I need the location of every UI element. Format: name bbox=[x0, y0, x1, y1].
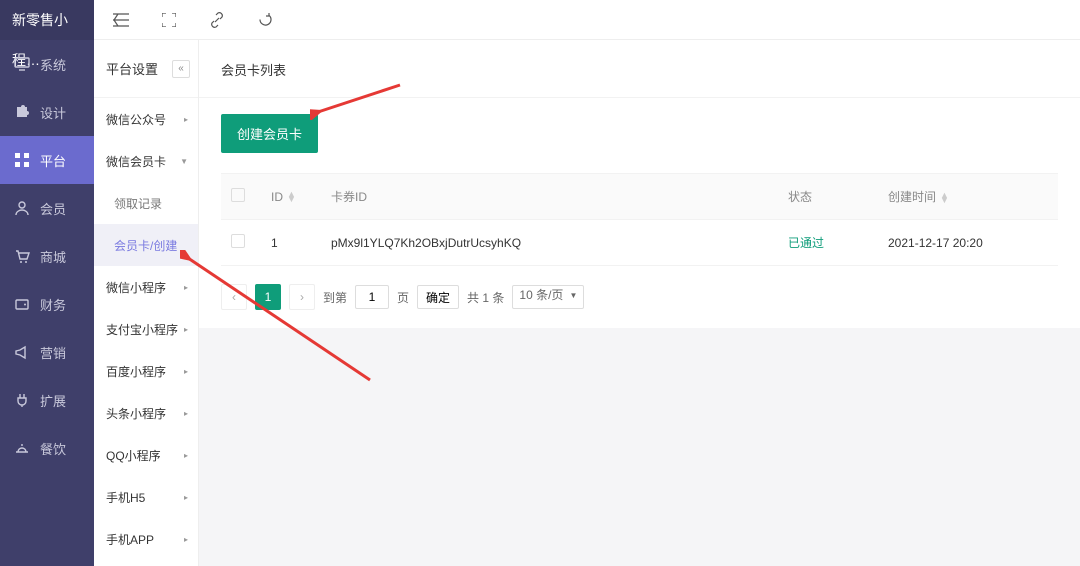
chevron-down-icon: ▼ bbox=[570, 291, 578, 300]
sub-nav-label: 手机APP bbox=[106, 531, 154, 548]
nav-label: 平台 bbox=[40, 151, 66, 170]
pager-total: 共 1 条 bbox=[467, 289, 504, 306]
nav-label: 营销 bbox=[40, 343, 66, 362]
main-nav-list: 系统设计平台会员商城财务营销扩展餐饮 bbox=[0, 40, 94, 472]
monitor-icon bbox=[14, 56, 30, 72]
chevron-right-icon: ▸ bbox=[184, 409, 188, 418]
chevron-right-icon: ▸ bbox=[184, 493, 188, 502]
sub-nav-label: 头条小程序 bbox=[106, 405, 166, 422]
nav-item-grid[interactable]: 平台 bbox=[0, 136, 94, 184]
pager-confirm-button[interactable]: 确定 bbox=[417, 285, 459, 309]
row-checkbox[interactable] bbox=[231, 234, 245, 248]
fullscreen-icon[interactable] bbox=[160, 11, 178, 29]
create-card-button[interactable]: 创建会员卡 bbox=[221, 114, 318, 153]
nav-label: 餐饮 bbox=[40, 439, 66, 458]
nav-label: 商城 bbox=[40, 247, 66, 266]
sub-nav-label: 微信会员卡 bbox=[106, 153, 166, 170]
col-status: 状态 bbox=[788, 190, 812, 204]
sort-icon[interactable]: ▲▼ bbox=[287, 192, 296, 202]
nav-item-puzzle[interactable]: 设计 bbox=[0, 88, 94, 136]
puzzle-icon bbox=[14, 104, 30, 120]
sub-nav-header: 平台设置 « bbox=[94, 40, 198, 98]
pager-pagesize-select[interactable]: 10 条/页 ▼ bbox=[512, 285, 584, 309]
sub-nav-label: 领取记录 bbox=[114, 195, 162, 212]
chevron-right-icon: ▸ bbox=[184, 451, 188, 460]
nav-item-user[interactable]: 会员 bbox=[0, 184, 94, 232]
collapse-subnav-button[interactable]: « bbox=[172, 60, 190, 78]
col-id: ID bbox=[271, 190, 283, 204]
sub-nav-item[interactable]: 手机H5 ▸ bbox=[94, 476, 198, 518]
chevron-down-icon: ▼ bbox=[180, 157, 188, 166]
nav-item-dish[interactable]: 餐饮 bbox=[0, 424, 94, 472]
annotation-arrow bbox=[310, 80, 410, 120]
nav-item-wallet[interactable]: 财务 bbox=[0, 280, 94, 328]
cell-created: 2021-12-17 20:20 bbox=[878, 220, 1058, 266]
grid-icon bbox=[14, 152, 30, 168]
nav-item-horn[interactable]: 营销 bbox=[0, 328, 94, 376]
sub-nav-label: 手机H5 bbox=[106, 489, 145, 506]
sub-nav-item[interactable]: 领取记录 bbox=[94, 182, 198, 224]
nav-item-cart[interactable]: 商城 bbox=[0, 232, 94, 280]
sort-icon[interactable]: ▲▼ bbox=[940, 193, 949, 203]
dish-icon bbox=[14, 440, 30, 456]
sub-nav-label: 会员卡/创建 bbox=[114, 237, 177, 254]
chevron-right-icon: ▸ bbox=[184, 115, 188, 124]
plug-icon bbox=[14, 392, 30, 408]
nav-item-plug[interactable]: 扩展 bbox=[0, 376, 94, 424]
nav-label: 财务 bbox=[40, 295, 66, 314]
sub-nav-item[interactable]: 头条小程序 ▸ bbox=[94, 392, 198, 434]
sub-nav-item[interactable]: 微信会员卡 ▼ bbox=[94, 140, 198, 182]
sub-nav-item[interactable]: 微信公众号 ▸ bbox=[94, 98, 198, 140]
brand-title: 新零售小程… bbox=[0, 0, 94, 40]
pager-goto-suffix: 页 bbox=[397, 289, 409, 306]
nav-label: 设计 bbox=[40, 103, 66, 122]
sub-nav-label: 微信公众号 bbox=[106, 111, 166, 128]
cell-status: 已通过 bbox=[778, 220, 878, 266]
col-created: 创建时间 bbox=[888, 190, 936, 204]
sub-nav-label: 支付宝小程序 bbox=[106, 321, 178, 338]
sub-nav-item[interactable]: 手机APP ▸ bbox=[94, 518, 198, 560]
cart-icon bbox=[14, 248, 30, 264]
wallet-icon bbox=[14, 296, 30, 312]
sub-nav-label: 百度小程序 bbox=[106, 363, 166, 380]
user-icon bbox=[14, 200, 30, 216]
refresh-icon[interactable] bbox=[256, 11, 274, 29]
sub-nav-label: 微信小程序 bbox=[106, 279, 166, 296]
topbar bbox=[94, 0, 1080, 40]
col-cardid: 卡券ID bbox=[331, 190, 367, 204]
nav-label: 系统 bbox=[40, 55, 66, 74]
sub-nav-item[interactable]: QQ小程序 ▸ bbox=[94, 434, 198, 476]
sub-nav-title: 平台设置 bbox=[106, 59, 158, 78]
sidebar-main: 新零售小程… 系统设计平台会员商城财务营销扩展餐饮 bbox=[0, 0, 94, 566]
nav-label: 扩展 bbox=[40, 391, 66, 410]
menu-toggle-icon[interactable] bbox=[112, 11, 130, 29]
chevron-right-icon: ▸ bbox=[184, 535, 188, 544]
horn-icon bbox=[14, 344, 30, 360]
sub-nav-label: QQ小程序 bbox=[106, 447, 161, 464]
nav-label: 会员 bbox=[40, 199, 66, 218]
link-icon[interactable] bbox=[208, 11, 226, 29]
cell-cardid: pMx9l1YLQ7Kh2OBxjDutrUcsyhKQ bbox=[321, 220, 778, 266]
select-all-checkbox[interactable] bbox=[231, 188, 245, 202]
annotation-arrow bbox=[180, 250, 380, 390]
